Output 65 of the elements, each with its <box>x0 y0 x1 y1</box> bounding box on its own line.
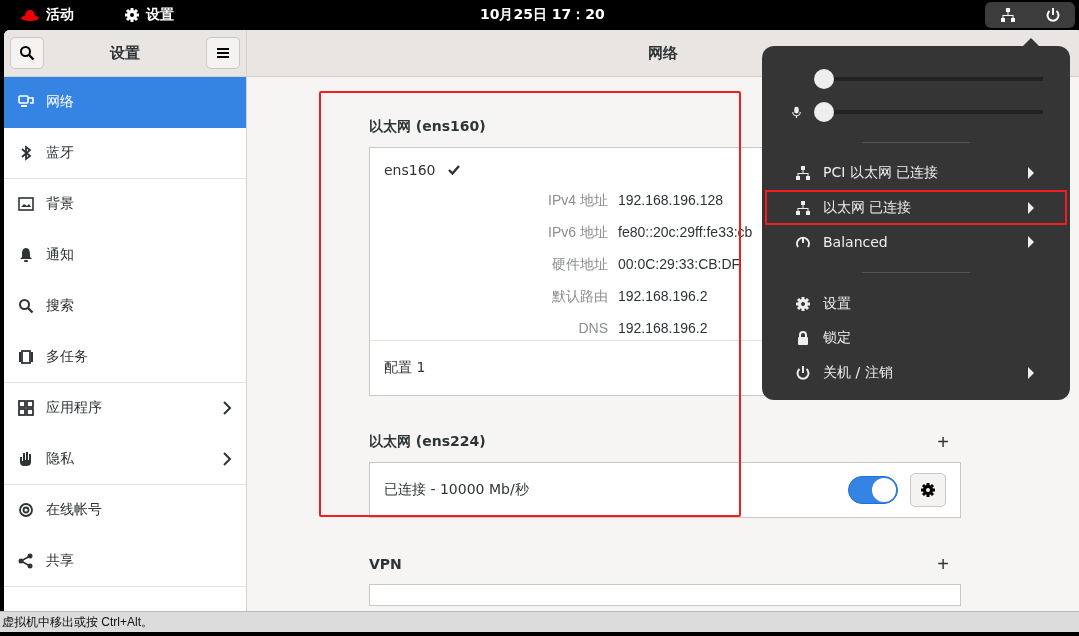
bell-icon <box>18 247 34 263</box>
settings-button[interactable] <box>910 473 946 507</box>
submenu-arrow-icon <box>1027 366 1035 379</box>
activities-button[interactable]: 活动 <box>46 6 74 24</box>
settings-icon <box>920 482 936 498</box>
detail-label: 硬件地址 <box>551 256 608 274</box>
submenu-arrow-icon <box>1027 236 1035 249</box>
search-icon <box>19 45 35 61</box>
section-title: 以太网 (ens224) <box>369 433 486 451</box>
detail-label: IPv4 地址 <box>547 192 608 210</box>
menu-item[interactable]: 设置 <box>765 286 1067 321</box>
menu-item[interactable]: PCI 以太网 已连接 <box>765 155 1067 191</box>
network-icon <box>795 165 811 182</box>
settings-icon <box>795 295 811 312</box>
lock-icon <box>795 330 811 347</box>
menu-button[interactable] <box>206 37 240 69</box>
network-icon <box>999 7 1016 23</box>
toggle-switch[interactable] <box>848 476 898 504</box>
submenu-arrow-icon <box>1027 167 1035 180</box>
device-name: ens160 <box>384 162 436 178</box>
chevron-right-icon <box>222 452 232 466</box>
detail-label: IPv6 地址 <box>547 224 608 242</box>
page-title: 网络 <box>648 43 678 63</box>
add-button[interactable]: + <box>925 554 961 574</box>
grid-icon <box>18 400 34 416</box>
hat-icon <box>20 8 40 22</box>
network-icon <box>18 94 34 110</box>
hand-icon <box>18 451 34 467</box>
clock[interactable]: 10月25日 17：20 <box>480 6 605 24</box>
checkmark-icon <box>447 164 460 176</box>
menu-item[interactable]: 锁定 <box>765 320 1067 356</box>
add-button[interactable]: + <box>925 432 961 452</box>
detail-value: 00:0C:29:33:CB:DF <box>618 256 741 274</box>
chevron-right-icon <box>222 401 232 415</box>
search-button[interactable] <box>10 37 44 69</box>
section-title: VPN <box>369 556 402 572</box>
power-icon <box>795 364 811 381</box>
detail-value: 192.168.196.2 <box>618 288 708 306</box>
detail-value: 192.168.196.2 <box>618 320 708 336</box>
section-title: 以太网 (ens160) <box>369 118 486 136</box>
menu-item[interactable]: Balanced <box>765 224 1067 260</box>
detail-label: DNS <box>577 320 608 336</box>
profile-name[interactable]: 配置 1 <box>384 359 426 377</box>
slider-handle[interactable] <box>814 102 834 123</box>
detail-value: 192.168.196.128 <box>618 192 724 210</box>
share-icon <box>18 553 34 569</box>
search-icon <box>18 298 34 314</box>
submenu-arrow-icon <box>1027 201 1035 214</box>
detail-label: 默认路由 <box>551 288 608 306</box>
app-menu-button[interactable]: 设置 <box>146 6 174 24</box>
status-message: 虚拟机中移出或按 Ctrl+Alt。 <box>2 613 153 631</box>
menu-icon <box>217 47 229 59</box>
menu-item[interactable]: 以太网 已连接 <box>765 190 1067 225</box>
connection-status: 已连接 - 10000 Mb/秒 <box>384 481 529 499</box>
settings-icon <box>124 7 140 23</box>
slider-handle[interactable] <box>814 68 834 89</box>
power-icon <box>1044 7 1061 23</box>
image-icon <box>18 196 34 212</box>
sidebar-item[interactable]: 网络 <box>4 77 246 128</box>
system-tray[interactable] <box>985 2 1075 28</box>
menu-item[interactable]: 关机 / 注销 <box>765 355 1067 390</box>
multitask-icon <box>18 349 34 365</box>
sidebar-title: 设置 <box>110 43 140 63</box>
microphone-icon <box>792 104 804 121</box>
network-icon <box>795 199 811 216</box>
